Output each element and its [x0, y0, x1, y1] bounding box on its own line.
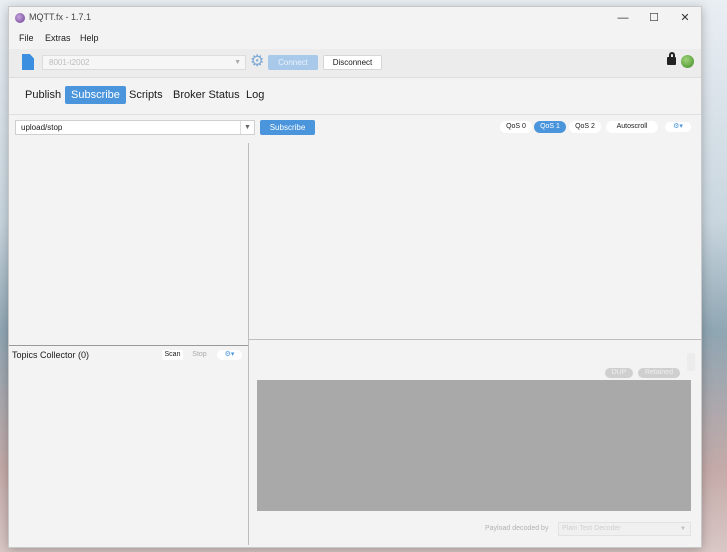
gear-icon[interactable]: ⚙ — [250, 53, 264, 71]
menu-bar: File Extras Help — [9, 30, 701, 48]
retained-badge: Retained — [638, 368, 680, 378]
dup-badge: DUP — [605, 368, 633, 378]
subscriptions-list — [9, 143, 248, 545]
scan-button[interactable]: Scan — [162, 350, 183, 360]
tab-publish[interactable]: Publish — [19, 86, 67, 104]
maximize-button[interactable]: ☐ — [639, 9, 669, 27]
chevron-down-icon: ▼ — [234, 59, 241, 66]
tab-log[interactable]: Log — [240, 86, 270, 104]
divider — [9, 114, 701, 115]
qos1-toggle[interactable]: QoS 1 — [534, 121, 566, 133]
vertical-splitter[interactable] — [248, 143, 249, 545]
qos0-toggle[interactable]: QoS 0 — [500, 121, 532, 133]
stop-button[interactable]: Stop — [189, 350, 210, 360]
menu-extras[interactable]: Extras — [45, 33, 71, 43]
subscribe-button[interactable]: Subscribe — [260, 120, 315, 135]
close-button[interactable]: ✕ — [670, 9, 700, 27]
unlock-icon — [667, 52, 676, 65]
autoscroll-toggle[interactable]: Autoscroll — [606, 121, 658, 133]
minimize-button[interactable]: — — [608, 9, 638, 27]
topic-input-value: upload/stop — [21, 123, 63, 132]
payload-decoder-label: Payload decoded by — [485, 525, 549, 532]
connection-profile-select[interactable]: 8001-t2002 ▼ — [42, 55, 246, 70]
payload-decoder-select[interactable]: Plain Text Decoder ▼ — [558, 522, 691, 536]
connection-profile-value: 8001-t2002 — [49, 58, 90, 67]
disconnect-button[interactable]: Disconnect — [323, 55, 382, 70]
chevron-down-icon: ▼ — [680, 526, 686, 532]
menu-help[interactable]: Help — [80, 33, 99, 43]
detail-scroll-handle[interactable] — [687, 353, 695, 371]
collector-settings-button[interactable]: ⚙▾ — [217, 350, 242, 360]
window-title: MQTT.fx - 1.7.1 — [29, 12, 92, 22]
payload-decoder-value: Plain Text Decoder — [562, 525, 621, 532]
connect-button[interactable]: Connect — [268, 55, 318, 70]
connection-status-icon — [681, 55, 694, 68]
connection-toolbar: 8001-t2002 ▼ ⚙ Connect Disconnect — [9, 49, 701, 78]
app-logo-icon — [15, 13, 25, 23]
tab-scripts[interactable]: Scripts — [123, 86, 169, 104]
qos2-toggle[interactable]: QoS 2 — [569, 121, 601, 133]
menu-file[interactable]: File — [19, 33, 34, 43]
right-horizontal-splitter[interactable] — [249, 339, 701, 340]
chevron-down-icon[interactable]: ▼ — [240, 121, 254, 134]
file-icon[interactable] — [22, 54, 34, 70]
left-horizontal-splitter[interactable] — [9, 345, 248, 346]
subscribe-settings-button[interactable]: ⚙▾ — [665, 122, 691, 132]
main-tabs: Publish Subscribe Scripts Broker Status … — [9, 86, 701, 106]
tab-subscribe[interactable]: Subscribe — [65, 86, 126, 104]
topic-input[interactable]: upload/stop ▼ — [15, 120, 255, 135]
tab-broker-status[interactable]: Broker Status — [167, 86, 246, 104]
payload-area[interactable] — [257, 380, 691, 511]
app-window: MQTT.fx - 1.7.1 — ☐ ✕ File Extras Help 8… — [8, 6, 702, 548]
topics-collector-label: Topics Collector (0) — [12, 350, 90, 360]
title-bar: MQTT.fx - 1.7.1 — ☐ ✕ — [9, 7, 701, 29]
